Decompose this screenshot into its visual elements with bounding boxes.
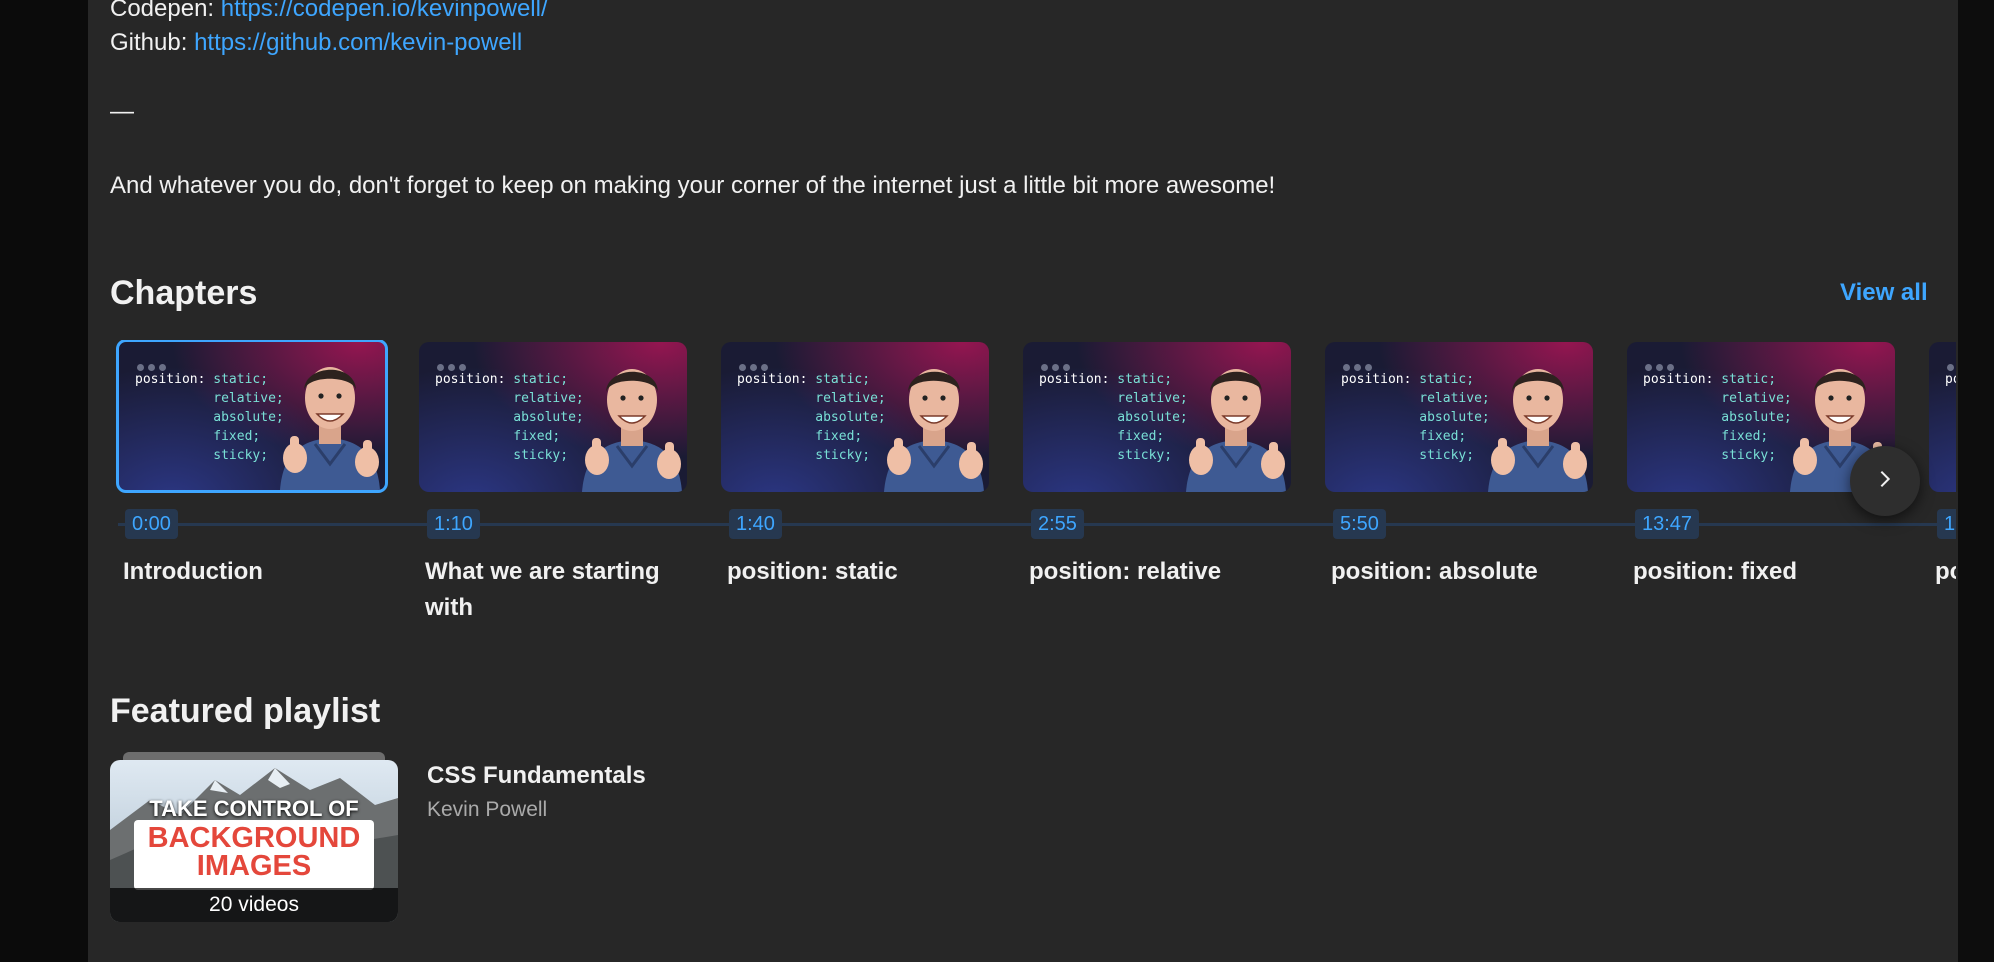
separator-text: — — [110, 98, 134, 125]
playlist-title[interactable]: CSS Fundamentals — [427, 762, 646, 790]
thumbnail-code-value: absolute; — [1419, 410, 1490, 425]
chapter-title: Introduction — [123, 558, 263, 585]
next-chapters-button[interactable] — [1850, 446, 1920, 516]
presenter-image — [884, 369, 984, 492]
thumbnail-code-keyword: position: — [435, 372, 506, 387]
chapter-title: position: static — [727, 558, 898, 585]
thumbnail-code-value: static; — [1721, 372, 1777, 387]
thumbnail-code-value: static; — [815, 372, 871, 387]
codepen-link[interactable]: https://codepen.io/kevinpowell/ — [221, 0, 548, 22]
thumbnail-code-value: sticky; — [213, 448, 269, 463]
thumbnail-code-value: fixed; — [1721, 429, 1769, 444]
thumbnail-code: position: static; relative; absolute; fi… — [1039, 370, 1188, 465]
view-all-chapters-link[interactable]: View all — [1840, 279, 1928, 307]
thumbnail-code-value: relative; — [213, 391, 284, 406]
thumbnail-code-value: fixed; — [1419, 429, 1467, 444]
thumbnail-text-top: TAKE CONTROL OF — [149, 796, 359, 821]
thumbnail-code-value: absolute; — [513, 410, 584, 425]
chapter-thumbnail: position: static; relative; absolute; fi… — [1325, 342, 1593, 492]
playlist-channel[interactable]: Kevin Powell — [427, 798, 547, 822]
chapter-title: position: absolute — [1331, 558, 1538, 585]
thumbnail-code: position: static; relative; absolute; fi… — [1945, 370, 1956, 465]
thumbnail-code-keyword: position: — [135, 372, 206, 387]
chapter-card[interactable]: position: static; relative; absolute; fi… — [419, 340, 699, 640]
chapter-thumbnail: position: static; relative; absolute; fi… — [116, 340, 388, 493]
chapter-thumbnail: position: static; relative; absolute; fi… — [419, 342, 687, 492]
thumbnail-code-keyword: position: — [737, 372, 808, 387]
thumbnail-code: position: static; relative; absolute; fi… — [135, 370, 284, 465]
thumbnail-code-value: relative; — [815, 391, 886, 406]
codepen-line: Codepen: https://codepen.io/kevinpowell/ — [110, 0, 548, 25]
thumbnail-code-value: fixed; — [815, 429, 863, 444]
thumbnail-code-keyword: position: — [1341, 372, 1412, 387]
chapters-heading: Chapters — [110, 274, 258, 312]
thumbnail-code-value: fixed; — [213, 429, 261, 444]
thumbnail-code: position: static; relative; absolute; fi… — [1643, 370, 1792, 465]
thumbnail-code-value: sticky; — [1419, 448, 1475, 463]
chapter-card[interactable]: position: static; relative; absolute; fi… — [116, 340, 397, 640]
thumbnail-code-value: relative; — [513, 391, 584, 406]
thumbnail-code-value: relative; — [1721, 391, 1792, 406]
chapter-title: position: fixed — [1633, 558, 1797, 585]
playlist-video-count: 20 videos — [110, 888, 398, 922]
thumbnail-code-value: absolute; — [213, 410, 284, 425]
github-line: Github: https://github.com/kevin-powell — [110, 27, 522, 59]
right-edge — [1958, 0, 1994, 962]
featured-playlist-thumbnail[interactable]: TAKE CONTROL OF BACKGROUND IMAGES 20 vid… — [110, 760, 398, 922]
chapter-title: What we are starting with — [425, 558, 660, 621]
presenter-image — [582, 369, 682, 492]
left-edge — [0, 0, 88, 962]
chapters-carousel: position: static; relative; absolute; fi… — [88, 340, 1956, 640]
codepen-label: Codepen: — [110, 0, 215, 22]
thumbnail-code-value: static; — [1419, 372, 1475, 387]
thumbnail-code-value: relative; — [1419, 391, 1490, 406]
chapter-thumbnail: position: static; relative; absolute; fi… — [1023, 342, 1291, 492]
thumbnail-code: position: static; relative; absolute; fi… — [737, 370, 886, 465]
chapter-timestamp[interactable]: 13:47 — [1635, 509, 1700, 539]
thumbnail-code-keyword: position: — [1643, 372, 1714, 387]
thumbnail-code-value: fixed; — [1117, 429, 1165, 444]
thumbnail-code-value: sticky; — [1721, 448, 1777, 463]
thumbnail-code-value: static; — [213, 372, 269, 387]
github-link[interactable]: https://github.com/kevin-powell — [194, 29, 522, 56]
thumbnail-code-value: sticky; — [815, 448, 871, 463]
chapter-thumbnail: position: static; relative; absolute; fi… — [721, 342, 989, 492]
chapter-title: position: relative — [1029, 558, 1222, 585]
thumbnail-code-value: static; — [513, 372, 569, 387]
chapter-card[interactable]: position: static; relative; absolute; fi… — [1325, 340, 1605, 640]
thumbnail-code-value: static; — [1117, 372, 1173, 387]
thumbnail-code: position: static; relative; absolute; fi… — [435, 370, 584, 465]
chevron-right-icon — [1874, 468, 1896, 495]
thumbnail-text-main: BACKGROUND IMAGES — [147, 822, 361, 882]
thumbnail-code-value: absolute; — [1721, 410, 1792, 425]
chapter-timestamp[interactable]: 1 — [1937, 509, 1956, 539]
chapter-timestamp[interactable]: 1:40 — [729, 509, 782, 539]
chapter-timestamp[interactable]: 2:55 — [1031, 509, 1084, 539]
chapter-timestamp[interactable]: 1:10 — [427, 509, 480, 539]
featured-playlist-heading: Featured playlist — [110, 692, 381, 730]
thumbnail-code-keyword: position: — [1039, 372, 1110, 387]
thumbnail-code-value: absolute; — [815, 410, 886, 425]
thumbnail-code-value: sticky; — [1117, 448, 1173, 463]
chapter-timestamp[interactable]: 0:00 — [125, 509, 178, 539]
chapter-card[interactable]: position: static; relative; absolute; fi… — [721, 340, 1001, 640]
video-description-panel: Codepen: https://codepen.io/kevinpowell/… — [88, 0, 1958, 962]
github-label: Github: — [110, 29, 188, 56]
chapter-timestamp[interactable]: 5:50 — [1333, 509, 1386, 539]
closing-text: And whatever you do, don't forget to kee… — [110, 172, 1276, 199]
thumbnail-code-value: absolute; — [1117, 410, 1188, 425]
presenter-image — [1186, 369, 1286, 492]
presenter-image — [280, 367, 380, 490]
chapter-card[interactable]: position: static; relative; absolute; fi… — [1023, 340, 1303, 640]
chapter-thumbnail: position: static; relative; absolute; fi… — [1929, 342, 1956, 492]
thumbnail-code-value: sticky; — [513, 448, 569, 463]
chapter-card[interactable]: position: static; relative; absolute; fi… — [1929, 340, 1956, 640]
presenter-image — [1488, 369, 1588, 492]
thumbnail-code-value: fixed; — [513, 429, 561, 444]
thumbnail-code-value: relative; — [1117, 391, 1188, 406]
chapter-title: po — [1935, 558, 1956, 585]
thumbnail-code: position: static; relative; absolute; fi… — [1341, 370, 1490, 465]
thumbnail-code-keyword: position: — [1945, 372, 1956, 387]
